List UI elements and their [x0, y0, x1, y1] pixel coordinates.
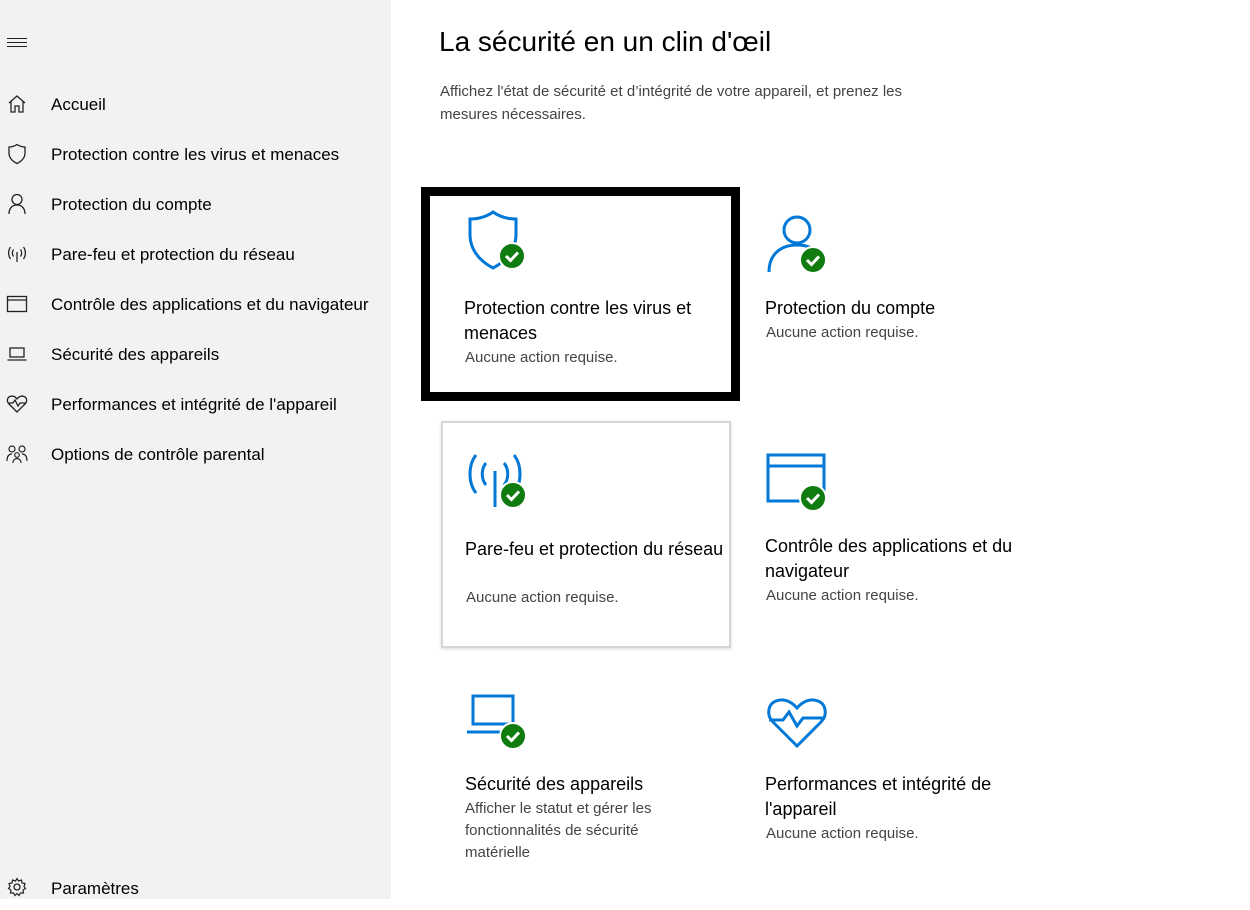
hamburger-menu-icon[interactable]: [7, 38, 27, 50]
tile-status: Aucune action requise.: [766, 825, 919, 842]
browser-window-icon: [6, 293, 28, 315]
sidebar: Accueil Protection contre les virus et m…: [0, 0, 391, 899]
shield-icon: [6, 143, 28, 165]
sidebar-item-label: Protection contre les virus et menaces: [51, 145, 340, 164]
tile-account-protection[interactable]: Protection du compte Aucune action requi…: [741, 196, 1031, 406]
tile-status: Aucune action requise.: [465, 349, 618, 366]
sidebar-item-label: Options de contrôle parental: [51, 445, 265, 464]
sidebar-item-label: Sécurité des appareils: [51, 345, 220, 364]
home-icon: [6, 93, 28, 115]
wireless-icon: [6, 243, 28, 265]
sidebar-item-label: Pare-feu et protection du réseau: [51, 245, 295, 264]
laptop-status-icon: [465, 690, 529, 754]
tile-firewall[interactable]: Pare-feu et protection du réseau Aucune …: [441, 421, 731, 648]
family-icon: [6, 443, 28, 465]
sidebar-item-virus-protection[interactable]: Protection contre les virus et menaces: [0, 130, 391, 180]
settings-label: Paramètres: [51, 879, 139, 898]
sidebar-item-label: Contrôle des applications et du navigate…: [51, 295, 369, 314]
person-icon: [6, 193, 28, 215]
main-content: La sécurité en un clin d'œil Affichez l'…: [391, 0, 1250, 899]
tile-status: Afficher le statut et gérer les fonction…: [465, 800, 652, 861]
laptop-icon: [6, 343, 28, 365]
tile-title: Contrôle des applications et du navigate…: [765, 536, 1013, 581]
shield-status-icon: [464, 210, 528, 274]
tile-status: Aucune action requise.: [766, 587, 919, 604]
tile-device-performance[interactable]: Performances et intégrité de l'appareil …: [741, 672, 1031, 882]
sidebar-item-label: Accueil: [51, 95, 106, 114]
sidebar-item-device-performance[interactable]: Performances et intégrité de l'appareil: [0, 380, 391, 430]
heart-icon: [6, 393, 28, 415]
tile-title: Sécurité des appareils: [465, 774, 644, 794]
wireless-status-icon: [465, 449, 529, 513]
sidebar-item-firewall[interactable]: Pare-feu et protection du réseau: [0, 230, 391, 280]
sidebar-item-label: Performances et intégrité de l'appareil: [51, 395, 337, 414]
tile-status: Aucune action requise.: [766, 324, 919, 341]
heart-status-icon: [765, 690, 829, 754]
tile-title: Protection contre les virus et menaces: [464, 298, 692, 343]
tile-status: Aucune action requise.: [466, 589, 619, 606]
person-status-icon: [765, 214, 829, 278]
tile-title: Performances et intégrité de l'appareil: [765, 774, 992, 819]
sidebar-item-app-browser-control[interactable]: Contrôle des applications et du navigate…: [0, 280, 391, 330]
sidebar-item-settings[interactable]: Paramètres: [0, 868, 391, 899]
tile-title: Protection du compte: [765, 298, 936, 318]
browser-window-status-icon: [765, 452, 829, 516]
gear-icon: [6, 876, 28, 898]
tile-device-security[interactable]: Sécurité des appareils Afficher le statu…: [441, 672, 731, 882]
tile-app-browser-control[interactable]: Contrôle des applications et du navigate…: [741, 434, 1031, 644]
tile-virus-protection[interactable]: Protection contre les virus et menaces A…: [421, 187, 740, 401]
sidebar-item-account-protection[interactable]: Protection du compte: [0, 180, 391, 230]
page-description: Affichez l'état de sécurité et d’intégri…: [440, 83, 903, 123]
tile-title: Pare-feu et protection du réseau: [465, 539, 724, 559]
sidebar-item-home[interactable]: Accueil: [0, 80, 391, 130]
sidebar-item-parental-control[interactable]: Options de contrôle parental: [0, 430, 391, 480]
sidebar-item-label: Protection du compte: [51, 195, 212, 214]
sidebar-item-device-security[interactable]: Sécurité des appareils: [0, 330, 391, 380]
page-title: La sécurité en un clin d'œil: [439, 26, 772, 57]
